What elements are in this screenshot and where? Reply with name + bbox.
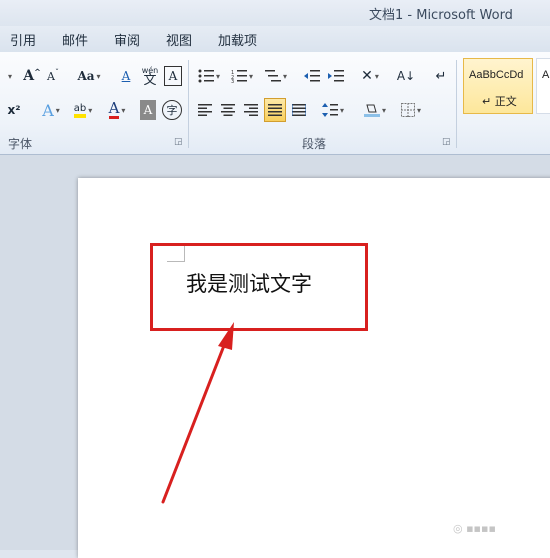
font-dialog-launcher-icon[interactable]: ◲ [174, 137, 183, 147]
chinese-layout-icon[interactable]: ✕ ▾ [356, 66, 384, 86]
clear-format-icon[interactable]: A [116, 66, 136, 86]
style-next-sample: A [542, 69, 550, 81]
change-case-icon[interactable]: Aa ▾ [76, 66, 102, 86]
title-bar: 文档1 - Microsoft Word [0, 0, 550, 26]
char-border-icon[interactable]: A [164, 66, 182, 86]
window-title: 文档1 - Microsoft Word [369, 8, 513, 23]
char-shading-icon[interactable]: A [140, 100, 156, 120]
shading-icon[interactable]: ▾ [360, 100, 390, 120]
justify-icon[interactable] [264, 98, 286, 122]
tab-mailings[interactable]: 邮件 [62, 30, 88, 49]
tab-addins[interactable]: 加载项 [218, 30, 257, 49]
font-size-dropdown-icon[interactable]: ▾ [2, 66, 16, 86]
align-right-icon[interactable] [241, 100, 261, 120]
sort-icon[interactable]: A↓ [396, 66, 416, 86]
svg-text:3: 3 [231, 79, 234, 83]
paragraph-group-label: 段落 [302, 137, 327, 151]
group-divider [188, 60, 189, 148]
document-page[interactable] [78, 178, 550, 558]
superscript-icon[interactable]: x² [4, 100, 24, 120]
text-effects-icon[interactable]: A ▾ [36, 100, 66, 120]
style-next[interactable]: A [536, 58, 550, 114]
enclose-char-icon[interactable]: 字 [162, 100, 182, 120]
watermark-logo: ◎ ▪▪▪▪ [453, 522, 496, 535]
font-color-icon[interactable]: A ▾ [102, 100, 132, 120]
show-marks-icon[interactable]: ↵ [432, 66, 450, 86]
ribbon: ▾ A ^ Aˇ Aa ▾ A wén 文 A x² A ▾ ab ▾ A ▾ A 字 字体… [0, 52, 550, 155]
style-normal[interactable]: AaBbCcDd ↵ 正文 [463, 58, 533, 114]
align-left-icon[interactable] [195, 100, 215, 120]
font-group-label: 字体 [8, 137, 33, 151]
highlight-icon[interactable]: ab ▾ [68, 100, 98, 120]
increase-indent-icon[interactable] [326, 66, 346, 86]
phonetic-guide-icon[interactable]: wén 文 [140, 64, 160, 88]
multilevel-list-icon[interactable]: ▾ [262, 66, 290, 86]
distributed-icon[interactable] [289, 100, 309, 120]
grow-font-icon[interactable]: A ^ [22, 66, 42, 86]
annotation-highlight-box [150, 243, 368, 331]
style-normal-name: ↵ 正文 [482, 95, 517, 108]
shrink-font-icon[interactable]: Aˇ [44, 66, 62, 86]
tab-view[interactable]: 视图 [166, 30, 192, 49]
tab-review[interactable]: 审阅 [114, 30, 140, 49]
borders-icon[interactable]: ▾ [396, 100, 426, 120]
paragraph-dialog-launcher-icon[interactable]: ◲ [442, 137, 451, 147]
style-normal-sample: AaBbCcDd [469, 69, 524, 81]
align-center-icon[interactable] [218, 100, 238, 120]
ribbon-tabs: 引用 邮件 审阅 视图 加载项 [0, 26, 550, 53]
line-spacing-icon[interactable]: ▾ [318, 100, 348, 120]
decrease-indent-icon[interactable] [302, 66, 322, 86]
tab-references[interactable]: 引用 [10, 30, 36, 49]
bullets-icon[interactable]: ▾ [195, 66, 223, 86]
numbering-icon[interactable]: 1 2 3 ▾ [228, 66, 256, 86]
group-divider [456, 60, 457, 148]
